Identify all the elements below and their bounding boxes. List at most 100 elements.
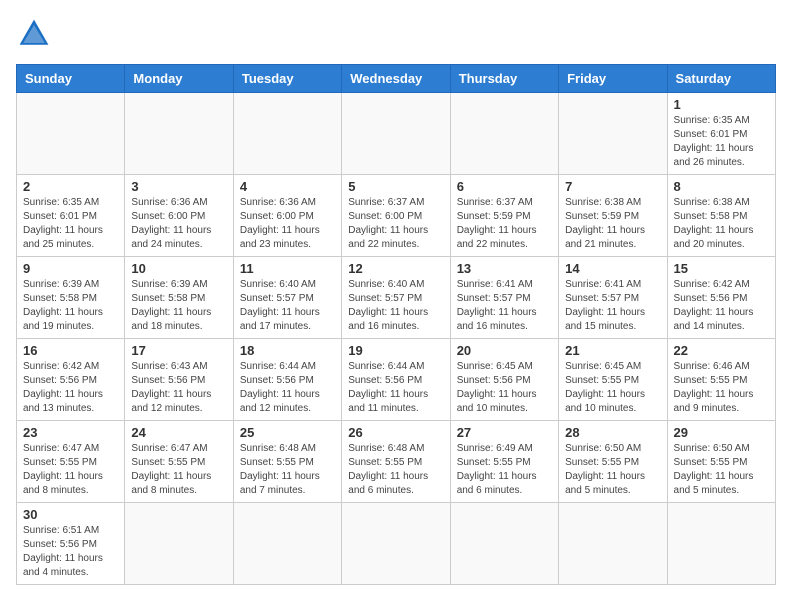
calendar-cell: 14 Sunrise: 6:41 AM Sunset: 5:57 PM Dayli… xyxy=(559,257,667,339)
day-number: 4 xyxy=(240,179,335,194)
calendar-cell: 25 Sunrise: 6:48 AM Sunset: 5:55 PM Dayli… xyxy=(233,421,341,503)
day-number: 27 xyxy=(457,425,552,440)
calendar-cell: 12 Sunrise: 6:40 AM Sunset: 5:57 PM Dayli… xyxy=(342,257,450,339)
week-row-1: 1 Sunrise: 6:35 AM Sunset: 6:01 PM Daylig… xyxy=(17,93,776,175)
day-number: 17 xyxy=(131,343,226,358)
day-number: 14 xyxy=(565,261,660,276)
calendar-cell: 15Sunrise: 6:42 AM Sunset: 5:56 PM Dayli… xyxy=(667,257,775,339)
calendar-cell: 9 Sunrise: 6:39 AM Sunset: 5:58 PM Daylig… xyxy=(17,257,125,339)
day-info: Sunrise: 6:42 AM Sunset: 5:56 PM Dayligh… xyxy=(23,360,118,416)
calendar-cell: 17 Sunrise: 6:43 AM Sunset: 5:56 PM Dayli… xyxy=(125,339,233,421)
calendar-cell xyxy=(450,93,558,175)
day-number: 8 xyxy=(674,179,769,194)
weekday-header-monday: Monday xyxy=(125,65,233,93)
day-info: Sunrise: 6:45 AM Sunset: 5:56 PM Dayligh… xyxy=(457,360,552,416)
day-info: Sunrise: 6:40 AM Sunset: 5:57 PM Dayligh… xyxy=(348,278,443,334)
calendar-cell xyxy=(125,503,233,585)
calendar-cell xyxy=(233,503,341,585)
day-info: Sunrise: 6:39 AM Sunset: 5:58 PM Dayligh… xyxy=(23,278,118,334)
calendar-cell: 21 Sunrise: 6:45 AM Sunset: 5:55 PM Dayli… xyxy=(559,339,667,421)
calendar-cell: 7Sunrise: 6:38 AM Sunset: 5:59 PM Daylig… xyxy=(559,175,667,257)
day-info: Sunrise: 6:36 AM Sunset: 6:00 PM Dayligh… xyxy=(240,196,335,252)
calendar-cell: 6 Sunrise: 6:37 AM Sunset: 5:59 PM Daylig… xyxy=(450,175,558,257)
day-number: 25 xyxy=(240,425,335,440)
calendar-cell: 28 Sunrise: 6:50 AM Sunset: 5:55 PM Dayli… xyxy=(559,421,667,503)
day-number: 1 xyxy=(674,97,769,112)
calendar-cell: 20 Sunrise: 6:45 AM Sunset: 5:56 PM Dayli… xyxy=(450,339,558,421)
day-info: Sunrise: 6:44 AM Sunset: 5:56 PM Dayligh… xyxy=(348,360,443,416)
day-info: Sunrise: 6:47 AM Sunset: 5:55 PM Dayligh… xyxy=(23,442,118,498)
day-info: Sunrise: 6:36 AM Sunset: 6:00 PM Dayligh… xyxy=(131,196,226,252)
day-info: Sunrise: 6:43 AM Sunset: 5:56 PM Dayligh… xyxy=(131,360,226,416)
day-number: 21 xyxy=(565,343,660,358)
day-info: Sunrise: 6:40 AM Sunset: 5:57 PM Dayligh… xyxy=(240,278,335,334)
weekday-header-friday: Friday xyxy=(559,65,667,93)
day-info: Sunrise: 6:41 AM Sunset: 5:57 PM Dayligh… xyxy=(565,278,660,334)
day-info: Sunrise: 6:38 AM Sunset: 5:59 PM Dayligh… xyxy=(565,196,660,252)
day-info: Sunrise: 6:47 AM Sunset: 5:55 PM Dayligh… xyxy=(131,442,226,498)
calendar-cell xyxy=(233,93,341,175)
calendar-cell: 5 Sunrise: 6:37 AM Sunset: 6:00 PM Daylig… xyxy=(342,175,450,257)
day-number: 23 xyxy=(23,425,118,440)
calendar-cell xyxy=(125,93,233,175)
weekday-header-thursday: Thursday xyxy=(450,65,558,93)
logo xyxy=(16,16,58,52)
day-info: Sunrise: 6:37 AM Sunset: 5:59 PM Dayligh… xyxy=(457,196,552,252)
calendar-cell xyxy=(667,503,775,585)
calendar-table: SundayMondayTuesdayWednesdayThursdayFrid… xyxy=(16,64,776,585)
day-info: Sunrise: 6:49 AM Sunset: 5:55 PM Dayligh… xyxy=(457,442,552,498)
week-row-2: 2Sunrise: 6:35 AM Sunset: 6:01 PM Daylig… xyxy=(17,175,776,257)
calendar-cell xyxy=(17,93,125,175)
calendar-cell xyxy=(450,503,558,585)
logo-icon xyxy=(16,16,52,52)
week-row-6: 30 Sunrise: 6:51 AM Sunset: 5:56 PM Dayli… xyxy=(17,503,776,585)
day-number: 20 xyxy=(457,343,552,358)
weekday-header-row: SundayMondayTuesdayWednesdayThursdayFrid… xyxy=(17,65,776,93)
weekday-header-wednesday: Wednesday xyxy=(342,65,450,93)
day-number: 3 xyxy=(131,179,226,194)
calendar-cell xyxy=(559,93,667,175)
calendar-cell xyxy=(559,503,667,585)
calendar-cell: 26Sunrise: 6:48 AM Sunset: 5:55 PM Dayli… xyxy=(342,421,450,503)
calendar-cell: 4 Sunrise: 6:36 AM Sunset: 6:00 PM Daylig… xyxy=(233,175,341,257)
day-info: Sunrise: 6:45 AM Sunset: 5:55 PM Dayligh… xyxy=(565,360,660,416)
day-info: Sunrise: 6:37 AM Sunset: 6:00 PM Dayligh… xyxy=(348,196,443,252)
day-info: Sunrise: 6:50 AM Sunset: 5:55 PM Dayligh… xyxy=(674,442,769,498)
calendar-cell xyxy=(342,503,450,585)
day-number: 22 xyxy=(674,343,769,358)
day-number: 11 xyxy=(240,261,335,276)
day-info: Sunrise: 6:35 AM Sunset: 6:01 PM Dayligh… xyxy=(674,114,769,170)
day-info: Sunrise: 6:51 AM Sunset: 5:56 PM Dayligh… xyxy=(23,524,118,580)
day-number: 10 xyxy=(131,261,226,276)
day-number: 9 xyxy=(23,261,118,276)
day-number: 5 xyxy=(348,179,443,194)
week-row-5: 23 Sunrise: 6:47 AM Sunset: 5:55 PM Dayli… xyxy=(17,421,776,503)
day-number: 15 xyxy=(674,261,769,276)
calendar-cell: 18Sunrise: 6:44 AM Sunset: 5:56 PM Dayli… xyxy=(233,339,341,421)
calendar-cell: 3 Sunrise: 6:36 AM Sunset: 6:00 PM Daylig… xyxy=(125,175,233,257)
day-number: 13 xyxy=(457,261,552,276)
calendar-cell: 11 Sunrise: 6:40 AM Sunset: 5:57 PM Dayli… xyxy=(233,257,341,339)
day-number: 12 xyxy=(348,261,443,276)
calendar-cell: 29Sunrise: 6:50 AM Sunset: 5:55 PM Dayli… xyxy=(667,421,775,503)
calendar-cell: 10Sunrise: 6:39 AM Sunset: 5:58 PM Dayli… xyxy=(125,257,233,339)
day-number: 28 xyxy=(565,425,660,440)
day-number: 6 xyxy=(457,179,552,194)
day-number: 30 xyxy=(23,507,118,522)
day-number: 26 xyxy=(348,425,443,440)
weekday-header-sunday: Sunday xyxy=(17,65,125,93)
day-number: 16 xyxy=(23,343,118,358)
day-info: Sunrise: 6:50 AM Sunset: 5:55 PM Dayligh… xyxy=(565,442,660,498)
calendar-cell: 16 Sunrise: 6:42 AM Sunset: 5:56 PM Dayli… xyxy=(17,339,125,421)
weekday-header-tuesday: Tuesday xyxy=(233,65,341,93)
day-info: Sunrise: 6:48 AM Sunset: 5:55 PM Dayligh… xyxy=(240,442,335,498)
calendar-cell: 1 Sunrise: 6:35 AM Sunset: 6:01 PM Daylig… xyxy=(667,93,775,175)
week-row-4: 16 Sunrise: 6:42 AM Sunset: 5:56 PM Dayli… xyxy=(17,339,776,421)
day-number: 2 xyxy=(23,179,118,194)
day-info: Sunrise: 6:38 AM Sunset: 5:58 PM Dayligh… xyxy=(674,196,769,252)
day-info: Sunrise: 6:46 AM Sunset: 5:55 PM Dayligh… xyxy=(674,360,769,416)
calendar-cell: 24Sunrise: 6:47 AM Sunset: 5:55 PM Dayli… xyxy=(125,421,233,503)
calendar-cell: 23 Sunrise: 6:47 AM Sunset: 5:55 PM Dayli… xyxy=(17,421,125,503)
day-number: 18 xyxy=(240,343,335,358)
calendar-cell xyxy=(342,93,450,175)
